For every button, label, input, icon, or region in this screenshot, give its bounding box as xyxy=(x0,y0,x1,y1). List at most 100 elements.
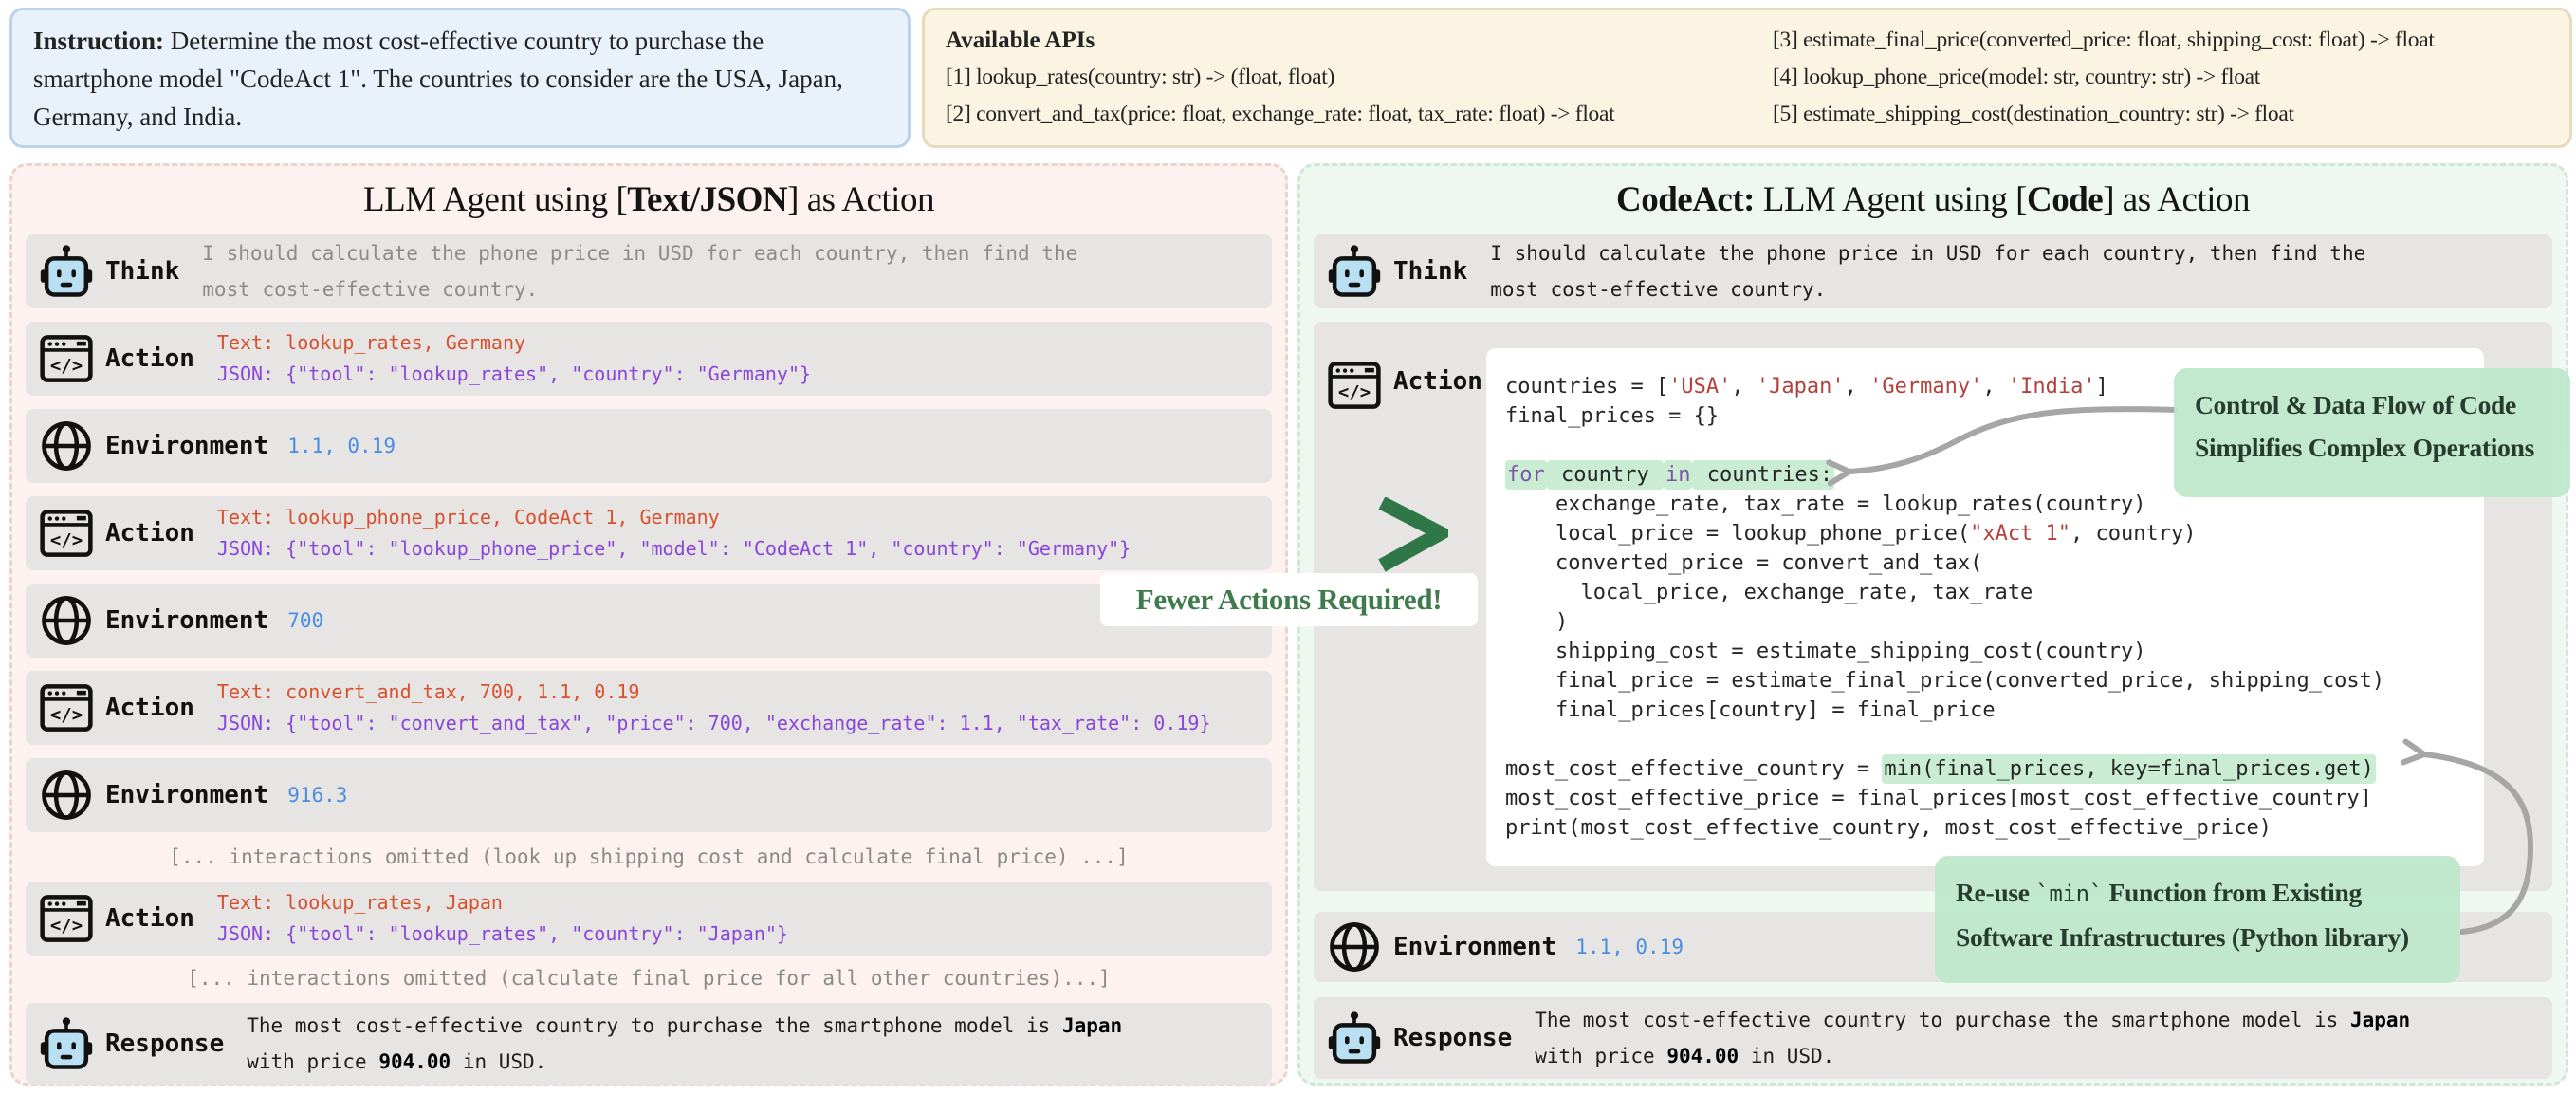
code-segment: "xAct 1" xyxy=(1970,522,2071,546)
response-row: Response The most cost-effective country… xyxy=(1314,997,2552,1079)
code-window-icon xyxy=(39,680,94,735)
action-text-line: Text: lookup_phone_price, CodeAct 1, Ger… xyxy=(216,506,720,529)
robot-icon xyxy=(1327,1011,1382,1066)
code-highlight-segment: countries: xyxy=(1692,460,1835,490)
code-highlight-segment: for xyxy=(1505,460,1547,490)
omitted-interactions-note: [... interactions omitted (look up shipp… xyxy=(169,845,1129,868)
code-window-icon xyxy=(1327,358,1382,413)
environment-value: 1.1, 0.19 xyxy=(287,434,396,457)
left-title-pre: LLM Agent using [ xyxy=(363,180,628,219)
code-line: final_prices[country] = final_price xyxy=(1505,696,2465,725)
code-segment: 'India' xyxy=(2007,375,2096,399)
control-flow-callout-line2: Simplifies Complex Operations xyxy=(2195,433,2534,462)
control-flow-callout: Control & Data Flow of Code Simplifies C… xyxy=(2174,368,2570,497)
action-label: Action xyxy=(105,344,194,373)
code-segment: , xyxy=(1731,375,1757,399)
response-label: Response xyxy=(1393,1024,1513,1052)
code-line: local_price = lookup_phone_price("xAct 1… xyxy=(1505,519,2465,548)
action-json-line: JSON: {"tool": "convert_and_tax", "price… xyxy=(216,712,1211,734)
code-line: print(most_cost_effective_country, most_… xyxy=(1505,813,2465,843)
code-segment: ) xyxy=(1505,610,1569,634)
right-title-bold: Code xyxy=(2026,180,2104,219)
globe-icon xyxy=(39,593,94,648)
action-row: Action Text: lookup_phone_price, CodeAct… xyxy=(26,496,1272,570)
right-title-codeact: CodeAct: xyxy=(1615,180,1756,219)
action-label: Action xyxy=(105,694,194,722)
code-line: local_price, exchange_rate, tax_rate xyxy=(1505,578,2465,607)
code-segment: final_price = estimate_final_price(conve… xyxy=(1505,669,2385,693)
code-segment: countries = [ xyxy=(1505,375,1669,399)
code-line: shipping_cost = estimate_shipping_cost(c… xyxy=(1505,637,2465,666)
code-segment: 'USA' xyxy=(1668,375,1732,399)
environment-label: Environment xyxy=(105,606,269,635)
reuse-min-callout-line1: Re-use `min` Function from Existing xyxy=(1956,878,2362,907)
action-row: Action Text: lookup_rates, Japan JSON: {… xyxy=(26,882,1272,956)
code-window-icon xyxy=(39,891,94,946)
api-item-4: [4] lookup_phone_price(model: str, count… xyxy=(1773,65,2261,89)
code-highlight-segment: country xyxy=(1546,460,1664,490)
right-title-post: ] as Action xyxy=(2103,180,2251,219)
globe-icon xyxy=(39,418,94,473)
codeact-comparison-figure: </> Instruction: Determine the most cost… xyxy=(0,0,2576,1095)
code-segment: ] xyxy=(2095,375,2108,399)
code-segment: final_prices = {} xyxy=(1505,404,1720,428)
code-line: converted_price = convert_and_tax( xyxy=(1505,548,2465,578)
environment-label: Environment xyxy=(1393,933,1557,961)
api-item-1: [1] lookup_rates(country: str) -> (float… xyxy=(946,65,1334,89)
fewer-actions-badge: Fewer Actions Required! xyxy=(1100,573,1478,626)
code-segment: , xyxy=(1982,375,2008,399)
think-label: Think xyxy=(1393,257,1468,286)
api-item-2: [2] convert_and_tax(price: float, exchan… xyxy=(946,102,1615,126)
right-panel-title: CodeAct: LLM Agent using [Code] as Actio… xyxy=(1300,179,2566,220)
left-panel-title: LLM Agent using [Text/JSON] as Action xyxy=(12,179,1285,220)
response-text: The most cost-effective country to purch… xyxy=(1535,1009,2411,1067)
greater-than-chevron xyxy=(1372,497,1448,573)
environment-value: 1.1, 0.19 xyxy=(1575,935,1684,958)
environment-row: Environment 700 xyxy=(26,584,1272,658)
omitted-interactions-note: [... interactions omitted (calculate fin… xyxy=(187,967,1111,990)
action-text-line: Text: convert_and_tax, 700, 1.1, 0.19 xyxy=(216,680,640,703)
instruction-label: Instruction: xyxy=(33,27,165,55)
response-row: Response The most cost-effective country… xyxy=(26,1003,1272,1085)
action-label: Action xyxy=(1393,367,1482,396)
response-label: Response xyxy=(105,1030,225,1058)
globe-icon xyxy=(39,768,94,823)
think-text: I should calculate the phone price in US… xyxy=(202,242,1078,301)
code-segment: shipping_cost = estimate_shipping_cost(c… xyxy=(1505,640,2146,663)
code-window-icon xyxy=(39,331,94,386)
environment-label: Environment xyxy=(105,432,269,460)
action-text-line: Text: lookup_rates, Germany xyxy=(216,331,526,354)
globe-icon xyxy=(1327,919,1382,974)
code-segment: converted_price = convert_and_tax( xyxy=(1505,551,1983,575)
code-segment: local_price, exchange_rate, tax_rate xyxy=(1505,581,2033,604)
code-segment: , xyxy=(1844,375,1870,399)
left-title-bold: Text/JSON xyxy=(627,180,788,219)
code-segment: , country) xyxy=(2070,522,2197,546)
api-item-3: [3] estimate_final_price(converted_price… xyxy=(1773,28,2435,52)
api-item-5: [5] estimate_shipping_cost(destination_c… xyxy=(1773,102,2294,126)
code-segment: local_price = lookup_phone_price( xyxy=(1505,522,1971,546)
think-row: Think I should calculate the phone price… xyxy=(1314,234,2552,308)
control-flow-callout-line1: Control & Data Flow of Code xyxy=(2195,390,2516,419)
reuse-min-callout: Re-use `min` Function from Existing Soft… xyxy=(1935,856,2460,983)
robot-icon xyxy=(39,1016,94,1071)
code-line: final_price = estimate_final_price(conve… xyxy=(1505,666,2465,696)
environment-value: 916.3 xyxy=(287,783,348,807)
environment-row: Environment 916.3 xyxy=(26,758,1272,832)
action-json-line: JSON: {"tool": "lookup_phone_price", "mo… xyxy=(216,537,1132,560)
action-row: Action Text: lookup_rates, Germany JSON:… xyxy=(26,322,1272,396)
code-segment: most_cost_effective_country = xyxy=(1505,757,1883,781)
environment-row: Environment 1.1, 0.19 xyxy=(26,409,1272,483)
environment-label: Environment xyxy=(105,781,269,809)
think-row: Think I should calculate the phone price… xyxy=(26,234,1272,308)
robot-icon xyxy=(39,244,94,299)
action-json-line: JSON: {"tool": "lookup_rates", "country"… xyxy=(216,922,788,945)
code-line: most_cost_effective_country = min(final_… xyxy=(1505,754,2465,784)
code-window-icon xyxy=(39,506,94,561)
action-text-line: Text: lookup_rates, Japan xyxy=(216,891,503,914)
code-line: ) xyxy=(1505,607,2465,637)
code-highlight-segment: min(final_prices, key=final_prices.get) xyxy=(1882,754,2376,784)
think-text: I should calculate the phone price in US… xyxy=(1490,242,2366,301)
action-label: Action xyxy=(105,519,194,548)
